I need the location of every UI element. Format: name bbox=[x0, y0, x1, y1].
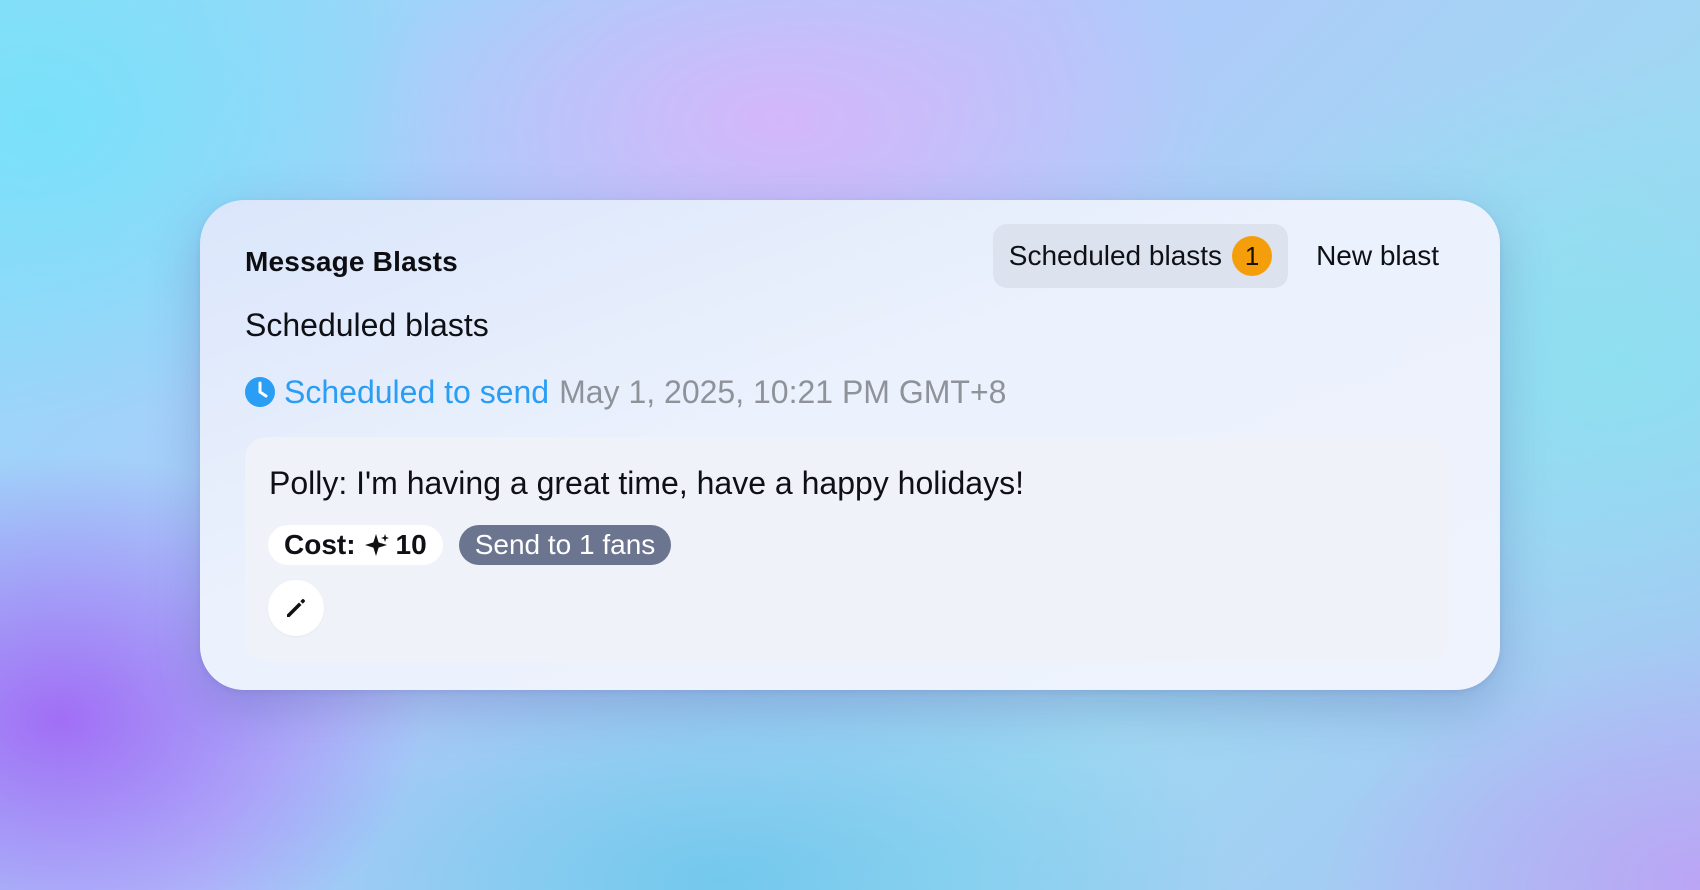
scheduled-count-badge: 1 bbox=[1232, 236, 1273, 276]
schedule-status-row: Scheduled to send May 1, 2025, 10:21 PM … bbox=[244, 370, 1006, 414]
card-title: Message Blasts bbox=[245, 246, 458, 277]
edit-blast-button[interactable] bbox=[268, 580, 324, 636]
blast-message-text: Polly: I'm having a great time, have a h… bbox=[269, 465, 1024, 501]
cost-value: 10 bbox=[395, 529, 427, 560]
clock-icon bbox=[245, 377, 275, 407]
blast-meta-chips: Cost: 10 Send to 1 fans bbox=[268, 525, 672, 565]
tab-scheduled-blasts[interactable]: Scheduled blasts 1 bbox=[992, 224, 1289, 288]
cost-label: Cost: bbox=[284, 529, 356, 560]
cost-chip: Cost: 10 bbox=[268, 525, 443, 565]
section-heading: Scheduled blasts bbox=[245, 307, 489, 343]
send-audience-chip: Send to 1 fans bbox=[458, 525, 672, 565]
tab-scheduled-blasts-label: Scheduled blasts bbox=[1008, 240, 1223, 271]
blast-tabs: Scheduled blasts 1 New blast bbox=[992, 224, 1455, 288]
scheduled-blast-item: Polly: I'm having a great time, have a h… bbox=[245, 437, 1449, 661]
message-blasts-card: Message Blasts Scheduled blasts 1 New bl… bbox=[200, 200, 1500, 690]
sparkle-icon bbox=[364, 534, 389, 556]
tab-new-blast-label: New blast bbox=[1316, 240, 1439, 271]
schedule-status-label: Scheduled to send bbox=[284, 373, 550, 410]
tab-new-blast[interactable]: New blast bbox=[1300, 224, 1455, 288]
schedule-date: May 1, 2025, 10:21 PM GMT+8 bbox=[559, 373, 1007, 410]
pencil-icon bbox=[287, 599, 305, 617]
